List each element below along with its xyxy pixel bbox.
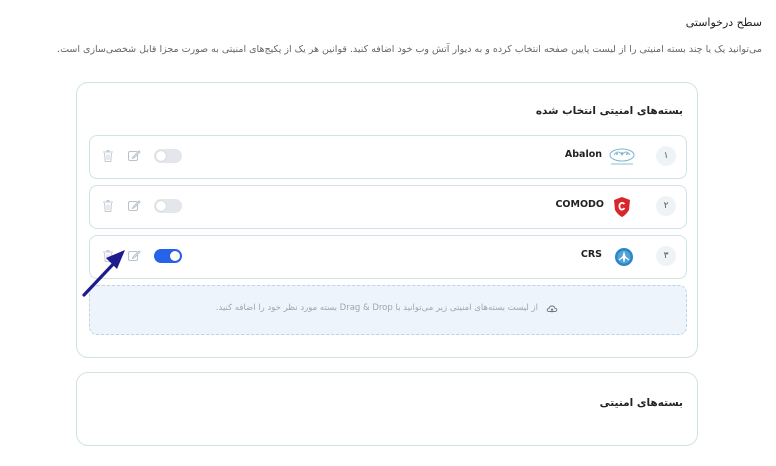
package-index: ۳ bbox=[656, 246, 676, 266]
trash-icon[interactable] bbox=[102, 199, 114, 213]
package-dropzone[interactable]: از لیست بسته‌های امنیتی زیر می‌توانید با… bbox=[89, 285, 687, 335]
package-index: ۱ bbox=[656, 146, 676, 166]
package-toggle[interactable] bbox=[154, 149, 182, 163]
package-name: CRS bbox=[580, 249, 602, 260]
abalon-logo-icon bbox=[606, 145, 638, 169]
selected-packages-title: بسته‌های امنیتی انتخاب شده bbox=[535, 105, 683, 117]
package-library-title: بسته‌های امنیتی bbox=[599, 397, 683, 409]
crs-logo-icon bbox=[612, 245, 636, 269]
package-name: Abalon bbox=[564, 149, 602, 160]
comodo-shield-icon bbox=[610, 195, 634, 219]
package-name: COMODO bbox=[555, 199, 604, 210]
edit-icon[interactable] bbox=[127, 149, 141, 163]
toggle-knob bbox=[170, 251, 180, 261]
package-toggle[interactable] bbox=[154, 199, 182, 213]
package-row-abalon[interactable]: ۱ Abalon bbox=[89, 135, 687, 179]
upload-cloud-icon bbox=[546, 305, 558, 313]
section-title: سطح درخواستی bbox=[685, 16, 762, 29]
toggle-knob bbox=[156, 151, 166, 161]
package-toggle[interactable] bbox=[154, 249, 182, 263]
selected-packages-card: بسته‌های امنیتی انتخاب شده ۱ Abalon bbox=[76, 82, 698, 358]
package-library-card: بسته‌های امنیتی bbox=[76, 372, 698, 446]
package-row-comodo[interactable]: ۲ COMODO bbox=[89, 185, 687, 229]
annotation-arrow-icon bbox=[82, 250, 125, 297]
trash-icon[interactable] bbox=[102, 149, 114, 163]
package-index: ۲ bbox=[656, 196, 676, 216]
dropzone-hint: از لیست بسته‌های امنیتی زیر می‌توانید با… bbox=[215, 303, 538, 313]
package-row-crs[interactable]: ۳ CRS bbox=[89, 235, 687, 279]
page: سطح درخواستی می‌توانید یک یا چند بسته ام… bbox=[0, 0, 776, 466]
section-description: می‌توانید یک یا چند بسته امنیتی را از لی… bbox=[57, 44, 762, 55]
toggle-knob bbox=[156, 201, 166, 211]
edit-icon[interactable] bbox=[127, 199, 141, 213]
